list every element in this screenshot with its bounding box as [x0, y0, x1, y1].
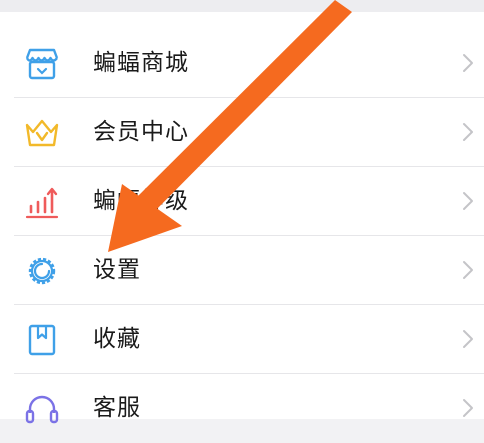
menu-item-label: 会员中心 [93, 119, 189, 145]
menu-item-favorites[interactable]: 收藏 [0, 305, 484, 374]
menu-item-label: 收藏 [93, 326, 141, 352]
menu-item-label: 设置 [93, 257, 141, 283]
menu-item-customer-service[interactable]: 客服 [0, 374, 484, 443]
shop-icon [22, 44, 62, 84]
menu-item-label: 蝙蝠等级 [93, 188, 189, 214]
headset-icon [22, 389, 62, 429]
menu-item-settings[interactable]: 设置 [0, 236, 484, 305]
menu-item-member-center[interactable]: 会员中心 [0, 98, 484, 167]
bookmark-icon [22, 320, 62, 360]
chevron-right-icon [462, 329, 474, 349]
chevron-right-icon [462, 398, 474, 418]
menu-item-label: 蝙蝠商城 [93, 50, 189, 76]
crown-icon [22, 113, 62, 153]
menu-item-level[interactable]: 蝙蝠等级 [0, 167, 484, 236]
chevron-right-icon [462, 191, 474, 211]
top-strip [0, 0, 484, 12]
menu-item-label: 客服 [93, 395, 141, 421]
menu-item-shop[interactable]: 蝙蝠商城 [0, 29, 484, 98]
chevron-right-icon [462, 53, 474, 73]
menu-list: 蝙蝠商城 会员中心 蝙蝠等级 设置 收藏 客服 [0, 12, 484, 424]
level-chart-icon [22, 182, 62, 222]
gear-icon [22, 251, 62, 291]
chevron-right-icon [462, 260, 474, 280]
chevron-right-icon [462, 122, 474, 142]
